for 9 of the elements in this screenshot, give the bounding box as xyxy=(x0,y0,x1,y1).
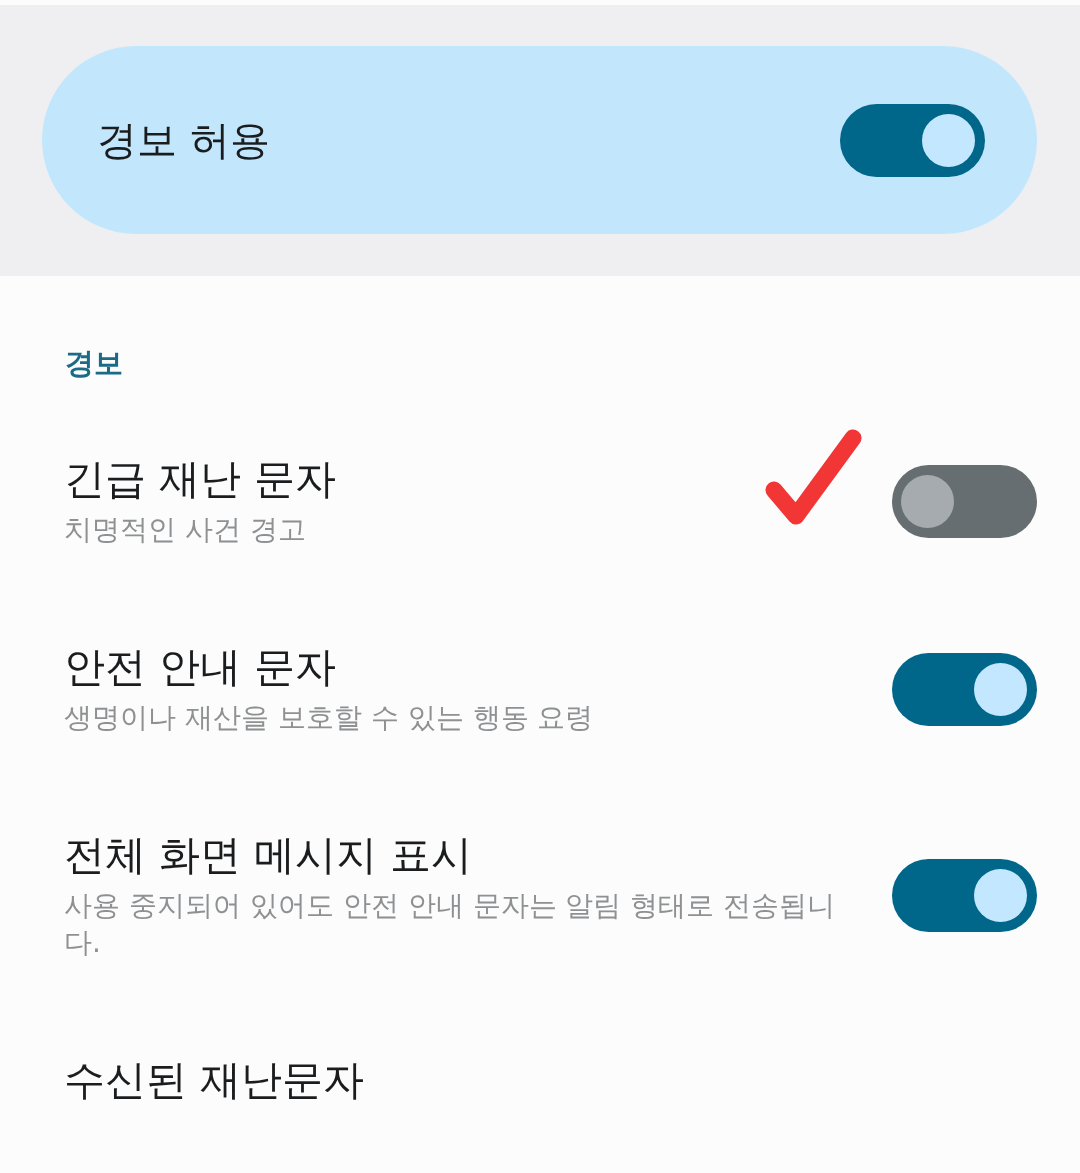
setting-label: 경보 허용 xyxy=(97,116,270,165)
setting-title: 안전 안내 문자 xyxy=(64,642,337,692)
setting-title: 전체 화면 메시지 표시 xyxy=(64,830,473,880)
setting-description: 생명이나 재산을 보호할 수 있는 행동 요령 xyxy=(64,700,594,736)
menu-item-label[interactable]: 수신된 재난문자 xyxy=(64,1055,365,1105)
section-header: 경보 xyxy=(65,345,123,381)
setting-description: 사용 중지되어 있어도 안전 안내 문자는 알림 형태로 전송됩니다. xyxy=(64,888,836,961)
setting-title: 긴급 재난 문자 xyxy=(64,454,337,504)
setting-description: 치명적인 사건 경고 xyxy=(64,512,306,548)
